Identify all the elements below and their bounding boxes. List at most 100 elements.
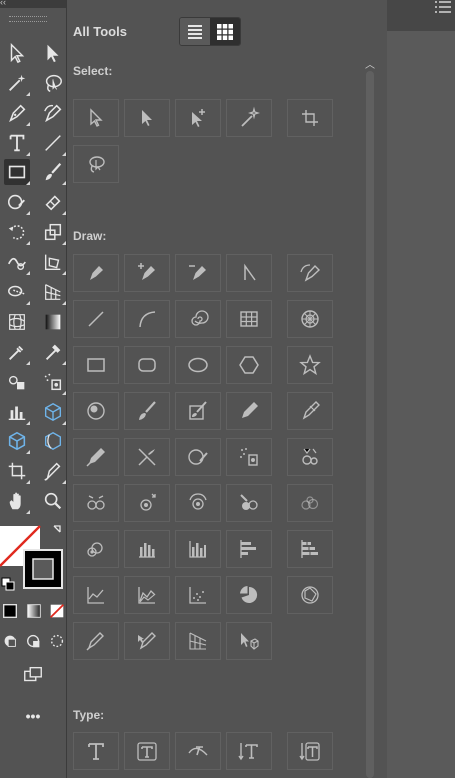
artboard-tool-icon[interactable] — [287, 99, 333, 137]
symbol-spinner-tool-icon[interactable] — [175, 484, 221, 522]
vertical-type-tool-icon[interactable] — [226, 732, 272, 770]
vertical-area-type-tool-icon[interactable] — [287, 732, 333, 770]
magic-wand-tool-icon[interactable] — [226, 99, 272, 137]
symbol-sizer-tool-icon[interactable] — [124, 484, 170, 522]
line-segment-tool-icon[interactable] — [73, 300, 119, 338]
symbol-sprayer-tool-icon[interactable] — [226, 438, 272, 476]
lasso-tool-icon[interactable] — [40, 70, 66, 96]
draw-behind-icon[interactable] — [24, 630, 44, 652]
3d-tool-icon[interactable] — [40, 399, 66, 425]
stacked-column-graph-tool-icon[interactable] — [175, 530, 221, 568]
type-tool-icon[interactable] — [4, 130, 30, 156]
arc-tool-icon[interactable] — [124, 300, 170, 338]
rectangle-tool-icon[interactable] — [73, 346, 119, 384]
perspective-selection-tool-icon[interactable] — [226, 622, 272, 660]
artboard-tool-icon[interactable] — [4, 458, 30, 484]
spiral-tool-icon[interactable] — [175, 300, 221, 338]
draw-inside-icon[interactable] — [48, 630, 66, 652]
ellipse-tool-icon[interactable] — [175, 346, 221, 384]
mesh-tool-icon[interactable] — [4, 309, 30, 335]
slice-select-tool-icon[interactable] — [124, 622, 170, 660]
toolbar-collapse-bar[interactable]: ‹‹ — [0, 0, 66, 8]
type-on-path-tool-icon[interactable] — [175, 732, 221, 770]
direct-selection-tool-icon[interactable] — [124, 99, 170, 137]
swap-colors-icon[interactable] — [53, 525, 61, 533]
scatter-graph-tool-icon[interactable] — [175, 576, 221, 614]
edit-toolbar-button[interactable]: ••• — [20, 703, 46, 729]
symbol-screener-tool-icon[interactable] — [73, 530, 119, 568]
symbol-scruncher-tool-icon[interactable] — [73, 484, 119, 522]
line-graph-tool-icon[interactable] — [73, 576, 119, 614]
direct-selection-tool-icon[interactable] — [40, 40, 66, 66]
flare-tool-icon[interactable] — [73, 392, 119, 430]
slice-tool-icon[interactable] — [73, 622, 119, 660]
symbol-stainer-tool-icon[interactable] — [226, 484, 272, 522]
shaper-tool-icon[interactable] — [175, 438, 221, 476]
eraser-tool-icon[interactable] — [40, 189, 66, 215]
polygon-tool-icon[interactable] — [226, 346, 272, 384]
curvature-tool-icon[interactable] — [40, 100, 66, 126]
free-transform-tool-icon[interactable] — [40, 249, 66, 275]
pie-graph-tool-icon[interactable] — [226, 576, 272, 614]
zoom-tool-icon[interactable] — [40, 488, 66, 514]
line-segment-tool-icon[interactable] — [40, 130, 66, 156]
paintbrush-edit-tool-icon[interactable] — [175, 392, 221, 430]
symbol-styler-tool-icon[interactable] — [287, 484, 333, 522]
magic-wand-tool-icon[interactable] — [4, 70, 30, 96]
symbol-sprayer-tool-icon[interactable] — [40, 369, 66, 395]
area-graph-tool-icon[interactable] — [124, 576, 170, 614]
anchor-point-tool-icon[interactable] — [226, 254, 272, 292]
rectangular-grid-tool-icon[interactable] — [226, 300, 272, 338]
hand-tool-icon[interactable] — [4, 488, 30, 514]
column-graph-tool-icon[interactable] — [124, 530, 170, 568]
paintbrush-tool-icon[interactable] — [40, 159, 66, 185]
pen-tool-icon[interactable] — [73, 254, 119, 292]
delete-anchor-point-tool-icon[interactable] — [175, 254, 221, 292]
list-view-button[interactable] — [180, 18, 210, 45]
polar-grid-tool-icon[interactable] — [287, 300, 333, 338]
rotate-tool-icon[interactable] — [4, 219, 30, 245]
gradient-tool-icon[interactable] — [40, 309, 66, 335]
bar-graph-tool-icon[interactable] — [226, 530, 272, 568]
perspective-grid-tool-icon[interactable] — [40, 279, 66, 305]
collapse-chevron-icon[interactable]: ‹‹ — [0, 0, 6, 7]
measure-eyedropper-icon[interactable] — [40, 339, 66, 365]
curvature-tool-icon[interactable] — [287, 254, 333, 292]
shaper-tool-icon[interactable] — [4, 189, 30, 215]
panel-scrollbar[interactable]: ︿ — [363, 57, 377, 778]
color-mode-icon[interactable] — [0, 600, 20, 622]
pen-tool-icon[interactable] — [4, 100, 30, 126]
gradient-mode-icon[interactable] — [24, 600, 44, 622]
3d-object-tool-icon[interactable] — [4, 428, 30, 454]
type-tool-icon[interactable] — [73, 732, 119, 770]
selection-tool-icon[interactable] — [73, 99, 119, 137]
area-type-tool-icon[interactable] — [124, 732, 170, 770]
scrollbar-thumb[interactable] — [366, 71, 374, 778]
star-tool-icon[interactable] — [287, 346, 333, 384]
slice-tool-icon[interactable] — [40, 458, 66, 484]
eyedropper-tool-icon[interactable] — [4, 339, 30, 365]
3d-rotate-tool-icon[interactable] — [40, 428, 66, 454]
pencil-tool-icon[interactable] — [226, 392, 272, 430]
toolbar-grip[interactable] — [9, 16, 47, 22]
selection-tool-icon[interactable] — [4, 40, 30, 66]
lasso-tool-icon[interactable] — [73, 145, 119, 183]
scale-tool-icon[interactable] — [40, 219, 66, 245]
blob-brush-tool-icon[interactable] — [287, 392, 333, 430]
scissors-brush-tool-icon[interactable] — [124, 438, 170, 476]
rectangle-tool-icon[interactable] — [4, 159, 30, 185]
rounded-rectangle-tool-icon[interactable] — [124, 346, 170, 384]
shape-builder-tool-icon[interactable] — [4, 279, 30, 305]
none-mode-icon[interactable] — [48, 600, 66, 622]
shaper-brush-tool-icon[interactable] — [73, 438, 119, 476]
warp-tool-icon[interactable] — [4, 249, 30, 275]
column-graph-tool-icon[interactable] — [4, 399, 30, 425]
grid-view-button[interactable] — [210, 18, 240, 45]
perspective-grid-tool-icon[interactable] — [175, 622, 221, 660]
add-anchor-point-tool-icon[interactable] — [124, 254, 170, 292]
radar-graph-tool-icon[interactable] — [287, 576, 333, 614]
symbol-shifter-tool-icon[interactable] — [287, 438, 333, 476]
screen-mode-icon[interactable] — [20, 662, 46, 688]
paintbrush-tool-icon[interactable] — [124, 392, 170, 430]
draw-normal-icon[interactable] — [0, 630, 20, 652]
